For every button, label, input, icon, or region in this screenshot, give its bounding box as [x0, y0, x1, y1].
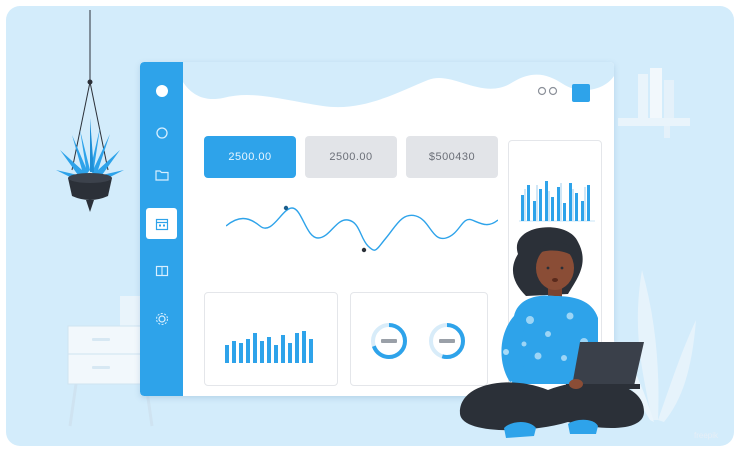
settings-icon[interactable] [151, 308, 172, 329]
stat-card-2[interactable]: 2500.00 [305, 136, 397, 178]
minimize-icon [537, 86, 547, 96]
wall-shelf-illustration [618, 68, 690, 138]
bar-chart [225, 331, 313, 363]
folder-icon[interactable] [151, 164, 172, 185]
circle-icon[interactable] [151, 122, 172, 143]
watermark: freepik [693, 431, 718, 440]
side-bar-chart [519, 181, 595, 222]
hanging-plant-icon [56, 10, 124, 212]
stat-value-3: $500430 [428, 151, 476, 163]
chart-marker-peak [283, 205, 289, 211]
illustration-scene: 2500.00 2500.00 $500430 freepik [0, 0, 740, 452]
sidebar [140, 62, 183, 396]
stat-value-1: 2500.00 [228, 151, 272, 163]
stat-card-1[interactable]: 2500.00 [204, 136, 296, 178]
menu-dot-icon[interactable] [151, 80, 172, 101]
calendar-icon[interactable] [151, 213, 172, 234]
image-icon[interactable] [151, 260, 172, 281]
maximize-icon [548, 86, 558, 96]
bar-chart-card [204, 292, 338, 386]
stat-card-3[interactable]: $500430 [406, 136, 498, 178]
chart-marker-low [361, 247, 367, 253]
person-with-laptop-illustration [459, 227, 644, 438]
close-icon [572, 84, 590, 102]
stat-value-2: 2500.00 [329, 151, 373, 163]
window-controls [537, 84, 590, 102]
